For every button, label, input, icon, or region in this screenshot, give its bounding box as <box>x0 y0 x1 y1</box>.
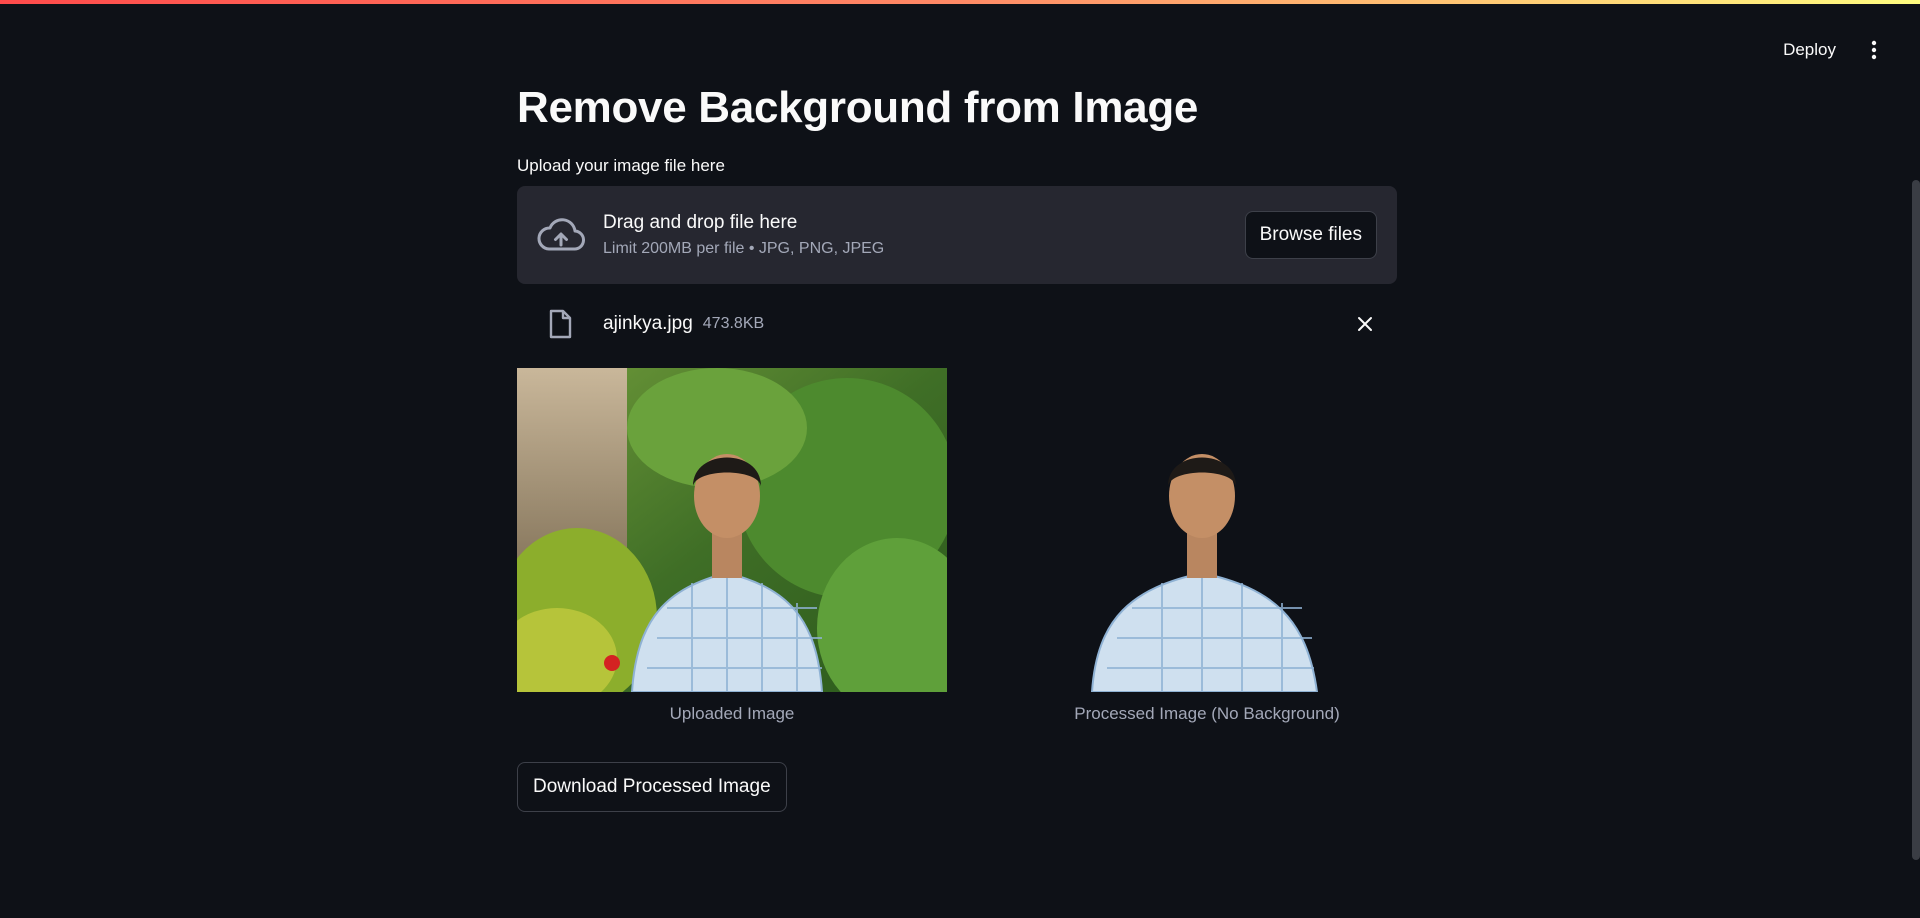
uploaded-image <box>517 368 947 692</box>
image-comparison: Uploaded Image Processed Image (No Backg… <box>517 368 1397 748</box>
dropzone-text: Drag and drop file here Limit 200MB per … <box>603 212 1245 258</box>
cloud-upload-icon <box>537 215 587 255</box>
uploaded-image-caption: Uploaded Image <box>669 704 795 723</box>
uploaded-file-row: ajinkya.jpg 473.8KB <box>517 302 1397 346</box>
file-name: ajinkya.jpg <box>603 313 693 334</box>
top-decoration-bar <box>0 0 1920 4</box>
scrollbar[interactable] <box>1912 180 1920 860</box>
download-processed-image-button[interactable]: Download Processed Image <box>517 762 787 812</box>
browse-files-button[interactable]: Browse files <box>1244 211 1377 259</box>
processed-image <box>1090 454 1319 692</box>
file-size: 473.8KB <box>702 315 765 332</box>
header-actions: Deploy <box>1777 36 1884 64</box>
processed-image-caption: Processed Image (No Background) <box>1074 704 1340 723</box>
page-title: Remove Background from Image <box>517 83 1199 132</box>
deploy-button[interactable]: Deploy <box>1777 36 1842 64</box>
file-dropzone[interactable]: Drag and drop file here Limit 200MB per … <box>517 186 1397 284</box>
vertical-ellipsis-icon[interactable] <box>1864 38 1884 62</box>
close-icon[interactable] <box>1353 312 1377 336</box>
dropzone-instruction: Drag and drop file here <box>603 212 798 233</box>
main-content: Remove Background from Image Upload your… <box>517 80 1397 748</box>
app-page: Deploy Remove Background from Image Uplo… <box>0 0 1920 918</box>
upload-label: Upload your image file here <box>517 156 725 175</box>
uploaded-image-column: Uploaded Image <box>517 368 947 748</box>
file-icon <box>545 307 575 341</box>
dropzone-limits: Limit 200MB per file • JPG, PNG, JPEG <box>603 240 885 257</box>
